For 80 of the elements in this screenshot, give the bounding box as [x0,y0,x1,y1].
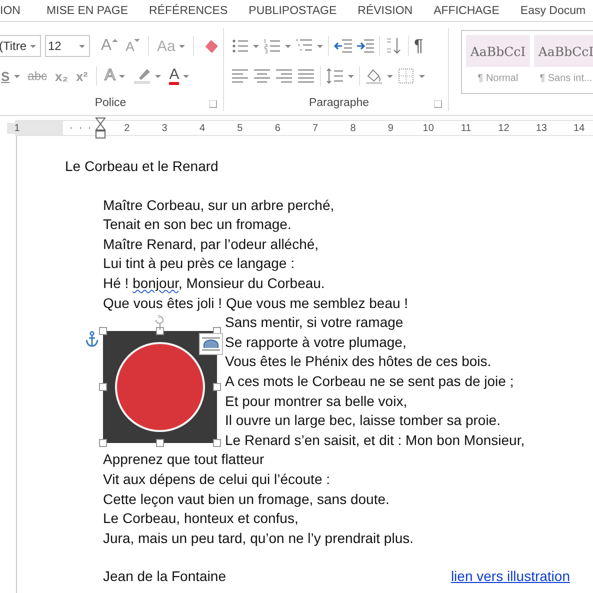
ribbon-tab[interactable]: ION [0,4,20,16]
group-label: Police [94,97,126,109]
layout-options-button[interactable] [199,333,223,356]
poem-line: Et pour montrer sa belle voix, [225,392,408,411]
numbered-list-icon [263,37,281,55]
caret-icon[interactable] [387,74,393,78]
poem-line: Jura, mais un peu tard, qu’on ne l’y prendrait plus. [103,528,414,548]
poem-line: Apprenez que tout flatteur [103,450,264,470]
poem-line: Lui tint à peu près ce langage : [103,254,294,274]
caret-icon[interactable] [317,44,323,48]
ribbon-tab[interactable]: PUBLIPOSTAGE [248,4,337,16]
ruler-number: 7 [296,122,334,134]
align-left-icon [231,67,249,85]
caret-icon[interactable] [155,74,162,78]
anchor-icon [85,331,99,348]
eraser-icon [202,37,220,55]
poem-line: Vit aux dépens de celui qui l’écoute : [103,470,330,489]
poem-line: Hé ! bonjour, Monsieur du Corbeau. [103,274,325,293]
caret-icon[interactable] [285,44,291,48]
resize-handle[interactable] [156,439,164,448]
highlighter-icon [133,67,152,85]
author-name: Jean de la Fontaine [103,567,226,586]
resize-handle[interactable] [99,383,107,392]
align-center-icon [253,67,271,85]
resize-handle[interactable] [99,439,107,448]
ribbon-tab[interactable]: Easy Docum [520,4,586,16]
line-spacing-icon [326,67,344,85]
resize-handle[interactable] [213,439,221,448]
resize-handle[interactable] [213,383,221,392]
increase-indent-icon [356,37,374,55]
borders-icon [397,67,415,85]
poem-line: Se rapporte à votre plumage, [225,332,406,352]
poem-line: Cette leçon vaut bien un fromage, sans doute. [103,490,390,509]
dialog-launcher-icon[interactable] [434,100,442,108]
caret-icon[interactable] [179,44,186,48]
caret-icon[interactable] [348,74,354,78]
poem-line: Il ouvre un large bec, laisse tomber sa proie. [225,411,500,430]
sort-icon [385,37,403,55]
ruler-number: 6 [258,122,296,134]
ribbon-tab[interactable]: RÉVISION [358,4,413,16]
ruler-number: 8 [334,122,372,134]
caret-icon[interactable] [253,44,259,48]
poem-line: Maître Corbeau, sur un arbre perché, [103,196,334,215]
dialog-launcher-icon[interactable] [209,100,217,108]
caret-icon[interactable] [419,74,425,78]
align-right-icon [275,67,293,85]
justify-icon [297,67,315,85]
paint-bucket-icon [365,67,383,85]
show-marks-button[interactable]: ¶ [413,35,424,57]
poem-line: A ces mots le Corbeau ne se sent pas de joie ; [225,372,514,391]
underline-button[interactable]: S [0,65,23,87]
poem-line: Vous êtes le Phénix des hôtes de ces bois. [225,352,492,372]
poem-line: Le Corbeau, honteux et confus, [103,509,298,528]
font-size-dropdown[interactable]: 12 [45,35,90,57]
poem-line: Tenait en son bec un fromage. [103,215,292,234]
ribbon-tab[interactable]: MISE EN PAGE [46,4,128,16]
resize-handle[interactable] [156,327,164,336]
caret-icon[interactable] [14,74,20,78]
poem-line: Que vous êtes joli ! Que vous me semblez beau ! [103,294,408,313]
photo-placeholder[interactable] [103,331,217,444]
ribbon-tab[interactable]: AFFICHAGE [434,4,500,16]
indent-marker-icon[interactable] [95,117,106,139]
caret-icon[interactable] [119,74,126,78]
ruler-number: 10 [410,122,448,134]
document-title: Le Corbeau et le Renard [65,157,220,176]
font-color-button[interactable]: A [166,65,192,87]
caret-icon[interactable] [183,74,190,78]
ruler-number: 11 [447,122,485,134]
poem-line: Maître Renard, par l’odeur alléché, [103,234,319,254]
ruler-number: 3 [146,122,184,134]
poem-line: Sans mentir, si votre ramage [225,313,404,332]
poem-line: Le Renard s’en saisit, et dit : Mon bon Monsieur, [225,430,525,450]
ruler-number: 5 [221,122,259,134]
ribbon-tab[interactable]: RÉFÉRENCES [149,4,228,16]
decrease-indent-icon [334,37,352,55]
bulleted-list-icon [231,37,249,55]
illustration-link[interactable]: lien vers illustration [450,567,570,587]
resize-handle[interactable] [99,327,107,336]
group-label: Paragraphe [308,97,370,109]
font-name-dropdown[interactable]: (Titre [0,35,41,57]
